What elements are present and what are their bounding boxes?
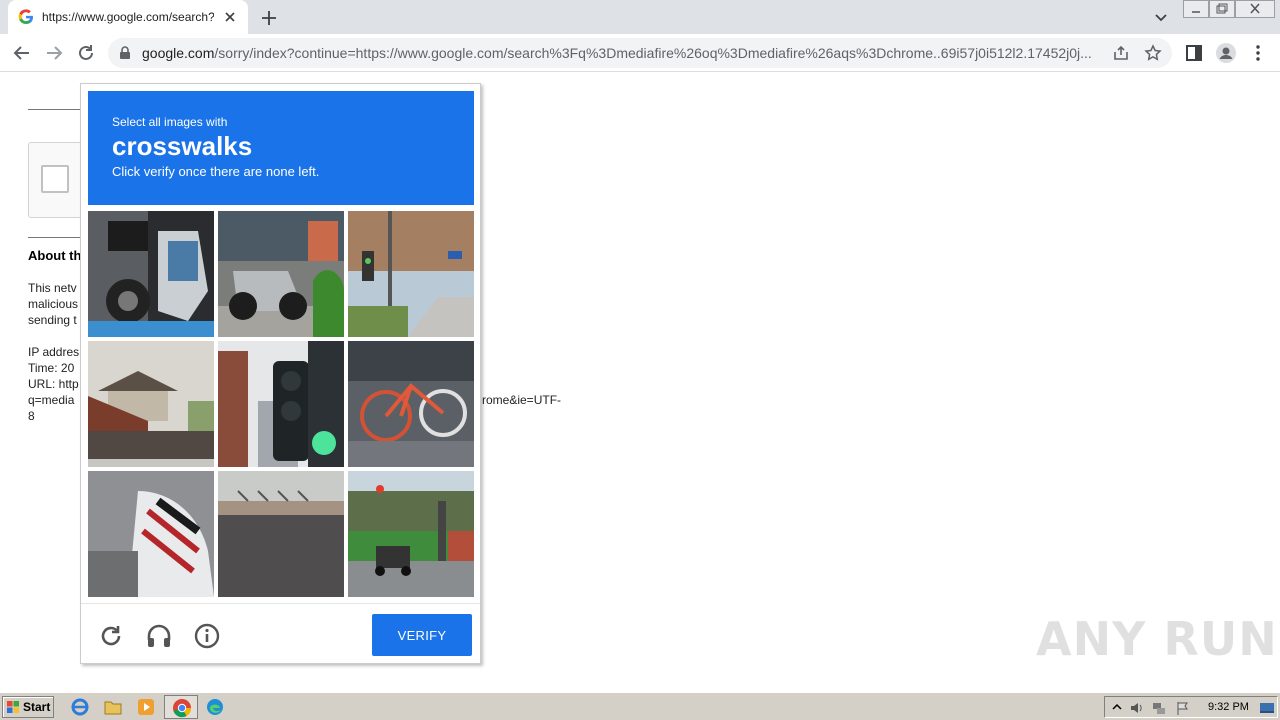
image-tile-3[interactable] <box>348 211 474 337</box>
prompt-instructions: Click verify once there are none left. <box>112 164 320 179</box>
restore-icon <box>1216 3 1228 14</box>
image-tile-6[interactable] <box>348 341 474 467</box>
info-line: q=media <box>28 393 75 407</box>
about-title: About th <box>28 248 82 263</box>
restore-button[interactable] <box>1209 0 1235 18</box>
image-tile-5[interactable] <box>218 341 344 467</box>
image-tile-8[interactable] <box>218 471 344 597</box>
motorcycle-image <box>88 211 214 337</box>
divider <box>28 237 80 238</box>
flag-icon[interactable] <box>1175 700 1191 716</box>
lock-icon[interactable] <box>118 46 132 60</box>
url-text: google.com/sorry/index?continue=https://… <box>142 45 1108 61</box>
verify-button[interactable]: VERIFY <box>372 614 472 656</box>
back-icon[interactable] <box>11 42 33 64</box>
minimize-button[interactable] <box>1183 0 1209 18</box>
new-tab-icon[interactable] <box>258 7 280 29</box>
challenge-header: Select all images with crosswalks Click … <box>88 91 474 205</box>
taskbar: Start 9:32 PM <box>0 692 1280 720</box>
image-tile-7[interactable] <box>88 471 214 597</box>
screen: https://www.google.com/search?q= google.… <box>0 0 1280 720</box>
traffic-light-image <box>218 341 344 467</box>
road-car-image <box>348 471 474 597</box>
close-icon[interactable] <box>222 9 238 25</box>
scooter-image <box>218 211 344 337</box>
info-line: Time: 20 <box>28 361 75 375</box>
para-line: malicious <box>28 297 79 311</box>
chrome-taskbar-button[interactable] <box>164 695 198 719</box>
star-icon[interactable] <box>1144 44 1162 62</box>
recaptcha-checkbox[interactable] <box>41 165 69 193</box>
url-host: google.com <box>142 45 215 61</box>
ie-icon[interactable] <box>70 697 90 717</box>
info-icon[interactable] <box>193 622 221 650</box>
folder-icon[interactable] <box>103 697 123 717</box>
street-image <box>348 211 474 337</box>
prompt-small: Select all images with <box>112 115 228 129</box>
url-tail: rome&ie=UTF- <box>482 393 562 407</box>
info-line: URL: http <box>28 377 79 391</box>
chrome-icon <box>173 699 192 718</box>
system-tray <box>1104 696 1278 718</box>
motorcycle-closeup-image <box>88 471 214 597</box>
para-line: This netv <box>28 281 77 295</box>
divider <box>28 109 80 110</box>
headphones-icon[interactable] <box>145 622 173 650</box>
google-icon <box>18 9 33 24</box>
chevron-up-icon[interactable] <box>1111 701 1123 713</box>
edge-icon[interactable] <box>205 697 225 717</box>
image-tile-4[interactable] <box>88 341 214 467</box>
chevron-down-icon[interactable] <box>1152 8 1170 26</box>
image-tile-9[interactable] <box>348 471 474 597</box>
image-tile-1[interactable] <box>88 211 214 337</box>
pavement-image <box>218 471 344 597</box>
media-player-icon[interactable] <box>136 697 156 717</box>
forward-icon[interactable] <box>43 42 65 64</box>
start-button[interactable]: Start <box>2 696 54 718</box>
challenge-footer: VERIFY <box>81 603 480 663</box>
start-label: Start <box>23 700 51 714</box>
anyrun-watermark: ANY RUN <box>1036 612 1278 666</box>
windows-flag-icon <box>7 701 19 713</box>
minimize-icon <box>1192 11 1200 13</box>
prompt-keyword: crosswalks <box>112 131 253 161</box>
recaptcha-challenge: Select all images with crosswalks Click … <box>80 83 481 664</box>
network-icon[interactable] <box>1151 700 1167 716</box>
volume-icon[interactable] <box>1129 700 1145 716</box>
share-icon[interactable] <box>1112 44 1130 62</box>
sidepanel-icon[interactable] <box>1183 42 1205 64</box>
reload-icon[interactable] <box>75 42 97 64</box>
image-grid <box>88 211 474 597</box>
bicycle-image <box>348 341 474 467</box>
close-window-button[interactable] <box>1235 0 1275 18</box>
reload-challenge-icon[interactable] <box>97 622 125 650</box>
image-tile-2[interactable] <box>218 211 344 337</box>
profile-icon[interactable] <box>1215 42 1237 64</box>
info-line: 8 <box>28 409 35 423</box>
clock: 9:32 PM <box>1208 701 1249 713</box>
tab-strip: https://www.google.com/search?q= <box>0 0 1280 34</box>
houses-image <box>88 341 214 467</box>
browser-tab[interactable]: https://www.google.com/search?q= <box>8 0 248 34</box>
close-window-icon <box>1250 3 1260 14</box>
info-line: IP addres <box>28 345 80 359</box>
menu-icon[interactable] <box>1247 42 1269 64</box>
para-line: sending t <box>28 313 77 327</box>
address-bar[interactable]: google.com/sorry/index?continue=https://… <box>108 38 1172 68</box>
show-desktop-icon[interactable] <box>1259 700 1275 716</box>
url-path: /sorry/index?continue=https://www.google… <box>214 45 1092 61</box>
tab-title: https://www.google.com/search?q= <box>42 10 214 24</box>
browser-toolbar: google.com/sorry/index?continue=https://… <box>0 34 1280 72</box>
